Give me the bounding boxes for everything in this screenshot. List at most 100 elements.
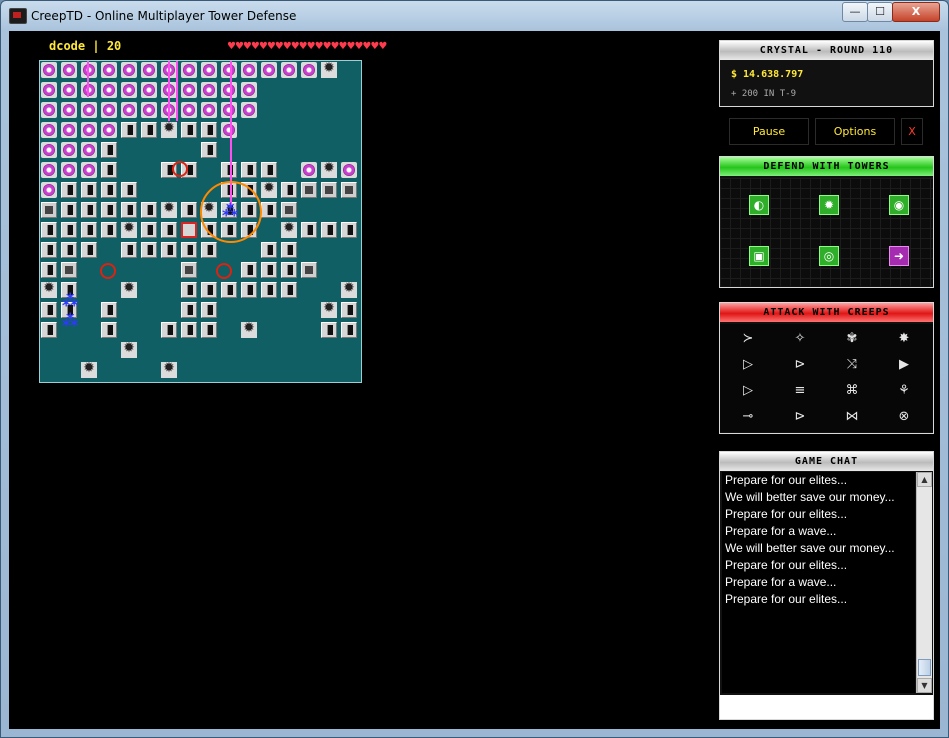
boost-tower[interactable] <box>301 162 317 178</box>
boost-tower[interactable] <box>121 62 137 78</box>
creep-3-icon[interactable]: ✾ <box>840 330 864 348</box>
slow-tower[interactable] <box>261 262 277 278</box>
creep-14-icon[interactable]: ⊳ <box>788 408 812 426</box>
slow-tower[interactable] <box>101 202 117 218</box>
quit-button[interactable]: X <box>901 118 923 145</box>
creep-13-icon[interactable]: ⊸ <box>736 408 760 426</box>
slow-tower[interactable] <box>41 222 57 238</box>
slow-tower[interactable] <box>281 282 297 298</box>
boost-tower[interactable] <box>281 62 297 78</box>
splash-tower[interactable] <box>321 61 337 78</box>
creep-15-icon[interactable]: ⋈ <box>840 408 864 426</box>
boost-tower[interactable] <box>261 62 277 78</box>
slow-tower[interactable] <box>201 142 217 158</box>
slow-tower[interactable] <box>181 302 197 318</box>
boost-tower[interactable] <box>101 82 117 98</box>
boost-tower[interactable] <box>301 62 317 78</box>
slow-tower[interactable] <box>81 222 97 238</box>
boost-tower[interactable] <box>61 142 77 158</box>
scroll-thumb[interactable] <box>918 659 931 676</box>
pellet-tower[interactable] <box>181 262 197 278</box>
slow-tower[interactable] <box>61 182 77 198</box>
boost-tower[interactable] <box>41 122 57 138</box>
slow-tower[interactable] <box>61 242 77 258</box>
slow-tower[interactable] <box>41 322 57 338</box>
slow-tower[interactable] <box>121 122 137 138</box>
boost-tower[interactable] <box>61 102 77 118</box>
pellet-tower[interactable] <box>321 182 337 198</box>
slow-tower[interactable] <box>181 242 197 258</box>
boost-tower[interactable] <box>221 102 237 118</box>
game-canvas[interactable]: dcode | 20 ♥♥♥♥♥♥♥♥♥♥♥♥♥♥♥♥♥♥♥♥ ⁂⁂⁂ CRYS… <box>9 31 940 729</box>
slow-tower[interactable] <box>101 222 117 238</box>
slow-tower[interactable] <box>41 302 57 318</box>
boost-tower[interactable] <box>61 122 77 138</box>
boost-tower[interactable] <box>101 122 117 138</box>
boost-tower[interactable] <box>181 102 197 118</box>
boost-tower[interactable] <box>241 102 257 118</box>
splash-tower[interactable] <box>81 360 97 378</box>
creep-9-icon[interactable]: ▷ <box>736 382 760 400</box>
pellet-tower[interactable] <box>341 182 357 198</box>
boost-tower[interactable] <box>61 82 77 98</box>
boost-tower[interactable] <box>41 182 57 198</box>
slow-tower[interactable] <box>181 202 197 218</box>
splash-tower[interactable] <box>361 242 362 258</box>
slow-tower[interactable] <box>121 202 137 218</box>
slow-tower[interactable] <box>261 242 277 258</box>
splash-tower[interactable] <box>321 300 337 318</box>
options-button[interactable]: Options <box>815 118 895 145</box>
slow-tower[interactable] <box>321 222 337 238</box>
slow-tower[interactable] <box>201 302 217 318</box>
splash-tower[interactable] <box>161 360 177 378</box>
boost-tower[interactable] <box>181 82 197 98</box>
chat-scrollbar[interactable]: ▲ ▼ <box>916 472 932 693</box>
chat-log[interactable]: Prepare for our elites... We will better … <box>722 472 915 693</box>
slow-tower[interactable] <box>221 162 237 178</box>
creep-7-icon[interactable]: ⤨ <box>840 356 864 374</box>
maximize-button[interactable]: ☐ <box>867 2 893 22</box>
boost-tower[interactable] <box>61 62 77 78</box>
slow-tower[interactable] <box>81 242 97 258</box>
boost-tower[interactable] <box>201 62 217 78</box>
pellet-tower[interactable] <box>301 262 317 278</box>
boost-tower[interactable] <box>101 62 117 78</box>
splash-tower[interactable] <box>341 280 357 298</box>
slow-tower[interactable] <box>341 222 357 238</box>
game-board[interactable]: ⁂⁂⁂ <box>39 60 362 383</box>
scroll-down-icon[interactable]: ▼ <box>917 678 932 693</box>
selected-tower[interactable] <box>181 222 197 238</box>
boost-tower[interactable] <box>41 62 57 78</box>
slow-tower[interactable] <box>161 322 177 338</box>
minimize-button[interactable]: — <box>842 2 868 22</box>
slow-tower[interactable] <box>241 282 257 298</box>
pellet-tower-icon[interactable]: ◐ <box>749 195 769 215</box>
pellet-tower[interactable] <box>361 322 362 338</box>
boost-tower[interactable] <box>81 62 97 78</box>
boost-tower[interactable] <box>361 162 362 178</box>
slow-tower[interactable] <box>61 222 77 238</box>
creep-10-icon[interactable]: ≡ <box>788 382 812 400</box>
pellet-tower[interactable] <box>41 202 57 218</box>
slow-tower[interactable] <box>141 122 157 138</box>
boost-tower[interactable] <box>241 62 257 78</box>
slow-tower[interactable] <box>281 262 297 278</box>
slow-tower[interactable] <box>361 222 362 238</box>
slow-tower[interactable] <box>81 182 97 198</box>
boost-tower[interactable] <box>221 122 237 138</box>
slow-tower[interactable] <box>241 262 257 278</box>
slow-tower[interactable] <box>161 222 177 238</box>
boost-tower[interactable] <box>181 62 197 78</box>
boost-tower[interactable] <box>81 82 97 98</box>
slow-tower[interactable] <box>261 202 277 218</box>
pause-button[interactable]: Pause <box>729 118 809 145</box>
boost-tower[interactable] <box>221 82 237 98</box>
splash-tower[interactable] <box>241 320 257 338</box>
boost-tower[interactable] <box>81 122 97 138</box>
boost-tower[interactable] <box>201 102 217 118</box>
slow-tower[interactable] <box>181 322 197 338</box>
title-bar[interactable]: CreepTD - Online Multiplayer Tower Defen… <box>1 1 948 31</box>
slow-tower[interactable] <box>61 202 77 218</box>
splash-tower-icon[interactable]: ✹ <box>819 195 839 215</box>
pellet-tower[interactable] <box>61 262 77 278</box>
